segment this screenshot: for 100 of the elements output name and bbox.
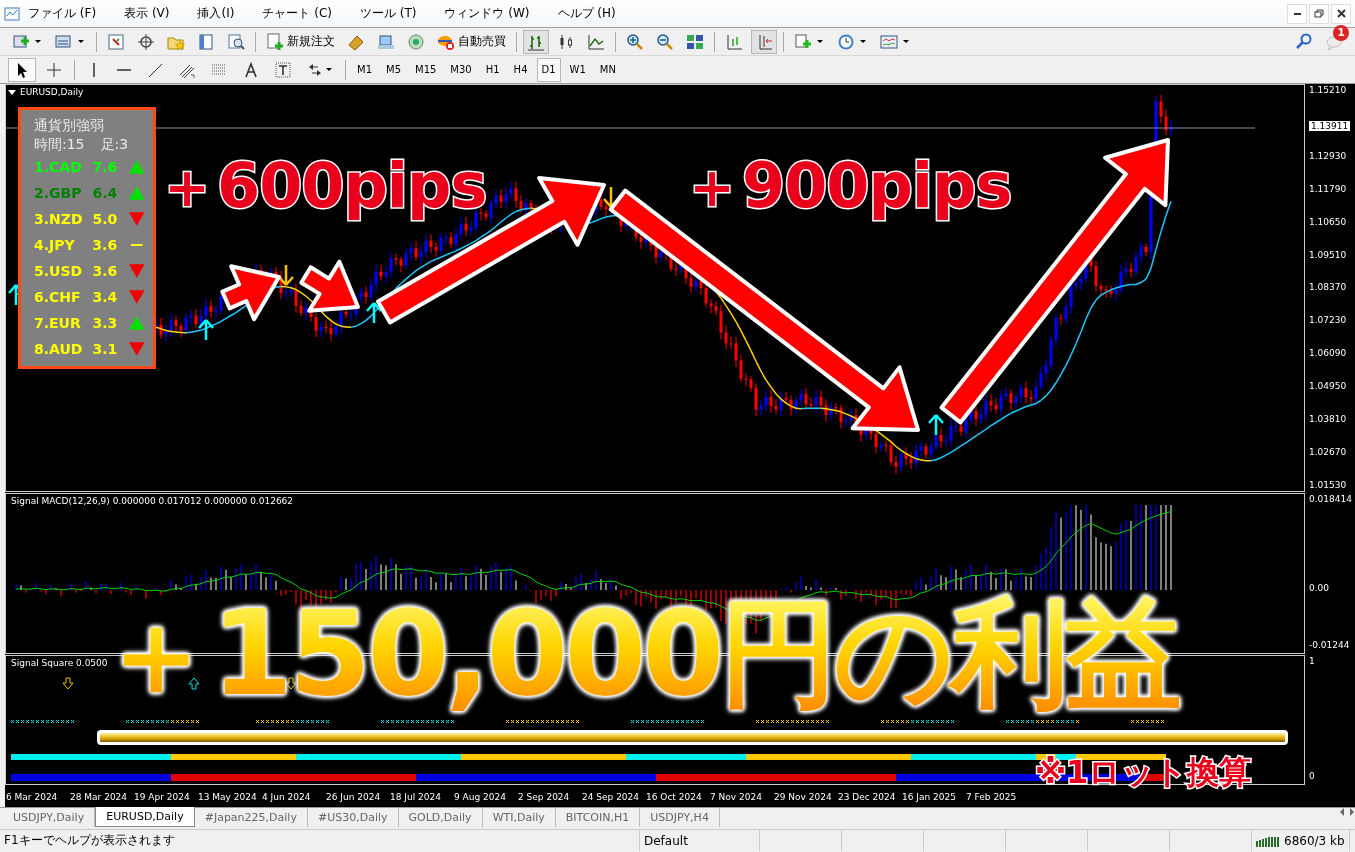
menu-item[interactable]: ツール (T) xyxy=(351,3,425,24)
signal-icon xyxy=(407,32,425,51)
strength-value: 7.6 xyxy=(92,159,119,175)
minimize-icon xyxy=(1293,12,1301,15)
strength-value: 3.6 xyxy=(92,263,119,279)
up-arrow-icon xyxy=(927,413,945,437)
timeframe-button[interactable]: M1 xyxy=(352,57,377,82)
currency-label: 2.GBP xyxy=(34,185,83,201)
indicator-scale-label: 0 xyxy=(1309,771,1315,781)
zoom-out-icon xyxy=(656,32,674,51)
close-button[interactable] xyxy=(1331,3,1351,24)
menu-item[interactable]: チャート (C) xyxy=(254,3,340,24)
indicator-label: Signal Square 0.0500 xyxy=(11,658,108,668)
price-label: 1.06090 xyxy=(1309,348,1347,359)
line-chart-icon xyxy=(587,32,605,51)
indicator-scale-label: -0.01244 xyxy=(1309,640,1350,650)
price-label: 1.08370 xyxy=(1309,282,1347,293)
collapse-triangle-icon[interactable] xyxy=(8,89,16,95)
strength-value: 3.3 xyxy=(92,315,119,331)
date-label: 4 Jun 2024 xyxy=(262,791,312,802)
new-chart-icon xyxy=(12,32,30,51)
price-label: 1.15210 xyxy=(1309,85,1347,95)
templates-icon xyxy=(880,32,898,51)
text-label-icon xyxy=(274,60,292,79)
menu-item[interactable]: ヘルプ (H) xyxy=(549,3,624,24)
timeframe-button[interactable]: M15 xyxy=(410,57,442,82)
chart-title: EURUSD,Daily xyxy=(20,87,84,97)
date-label: 18 Jul 2024 xyxy=(390,791,442,802)
chart-tab[interactable]: USDJPY,H4 xyxy=(640,808,720,827)
date-label: 29 Nov 2024 xyxy=(774,791,833,802)
date-label: 6 Mar 2024 xyxy=(6,791,59,802)
chart-tab[interactable]: #Japan225,Daily xyxy=(194,808,308,827)
timeframe-button[interactable]: H1 xyxy=(480,57,505,82)
indicators-icon xyxy=(794,32,812,51)
restore-button[interactable] xyxy=(1309,3,1329,24)
status-profile: Default xyxy=(644,833,688,848)
tile-windows-icon xyxy=(686,32,704,51)
close-icon xyxy=(1336,9,1346,18)
indicator-scale-label: 0.018414 xyxy=(1309,494,1352,504)
currency-label: 7.EUR xyxy=(34,315,82,331)
up-arrow-icon xyxy=(365,301,383,325)
market-watch-icon xyxy=(107,32,125,51)
caret-icon xyxy=(78,40,84,43)
caret-icon xyxy=(860,40,866,43)
currency-label: 5.USD xyxy=(34,263,84,279)
zoom-in-icon xyxy=(626,32,644,51)
chart-tab[interactable]: #US30,Daily xyxy=(307,808,399,827)
price-label: 1.01530 xyxy=(1309,479,1347,490)
timeframe-button[interactable]: W1 xyxy=(564,57,591,82)
cursor-button[interactable] xyxy=(8,57,36,82)
price-label: 1.12930 xyxy=(1309,150,1347,161)
text-icon xyxy=(242,60,260,79)
date-label: 23 Dec 2024 xyxy=(838,791,897,802)
caret-icon xyxy=(35,40,41,43)
indicator-label: Signal MACD(12,26,9) 0.000000 0.017012 0.000000 0.012662 xyxy=(11,496,294,506)
bar-chart-button[interactable] xyxy=(523,29,549,54)
down-arrow-icon xyxy=(277,263,295,287)
chart-tab[interactable]: EURUSD,Daily xyxy=(95,807,195,827)
price-label: 1.11790 xyxy=(1309,183,1347,194)
strength-value: 5.0 xyxy=(92,211,119,227)
chart-tab[interactable]: WTI,Daily xyxy=(482,808,556,827)
new-order-button[interactable]: 新規注文 xyxy=(262,29,339,54)
strength-value: 3.1 xyxy=(92,341,119,357)
autotrading-button[interactable]: 自動売買 xyxy=(433,29,510,54)
document-plus-icon xyxy=(266,32,284,51)
timeframe-button[interactable]: MN xyxy=(594,57,621,82)
tester-icon xyxy=(227,32,245,51)
status-traffic: 6860/3 kb xyxy=(1284,833,1345,848)
current-price-label: 1.13911 xyxy=(1309,121,1351,131)
price-label: 1.09510 xyxy=(1309,249,1347,260)
price-label: 1.07230 xyxy=(1309,315,1347,326)
menu-item[interactable]: 挿入(I) xyxy=(189,3,243,24)
date-label: 2 Sep 2024 xyxy=(518,791,571,802)
date-label: 13 May 2024 xyxy=(198,791,258,802)
timeframe-button[interactable]: M5 xyxy=(381,57,406,82)
menu-item[interactable]: ファイル (F) xyxy=(20,3,105,24)
autoscroll-button[interactable] xyxy=(751,29,777,54)
timeframe-button[interactable]: H4 xyxy=(508,57,533,82)
menu-item[interactable]: ウィンドウ (W) xyxy=(436,3,538,24)
horizontal-line-icon xyxy=(117,68,131,71)
currency-label: 6.CHF xyxy=(34,289,82,305)
up-arrow-icon xyxy=(197,318,215,342)
price-label: 1.03810 xyxy=(1309,414,1347,424)
date-label: 7 Feb 2025 xyxy=(966,791,1018,802)
restore-icon xyxy=(1314,9,1324,18)
panel-title: 通貨別強弱 xyxy=(34,116,105,135)
trend-arrow xyxy=(299,259,360,313)
chart-tab[interactable]: GOLD,Daily xyxy=(398,808,483,827)
date-label: 24 Sep 2024 xyxy=(582,791,641,802)
timeframe-button[interactable]: M30 xyxy=(445,57,477,82)
timeframe-button[interactable]: D1 xyxy=(536,57,561,82)
connection-bars-icon xyxy=(1256,834,1280,847)
chart-tab[interactable]: BITCOIN,H1 xyxy=(555,808,641,827)
caret-icon xyxy=(903,40,909,43)
minimize-button[interactable] xyxy=(1287,3,1307,24)
menu-item[interactable]: 表示 (V) xyxy=(116,3,178,24)
vertical-line-icon xyxy=(93,62,95,77)
price-label: 1.02670 xyxy=(1309,446,1347,457)
search-icon xyxy=(1295,32,1313,51)
strength-value: 3.6 xyxy=(92,237,119,253)
